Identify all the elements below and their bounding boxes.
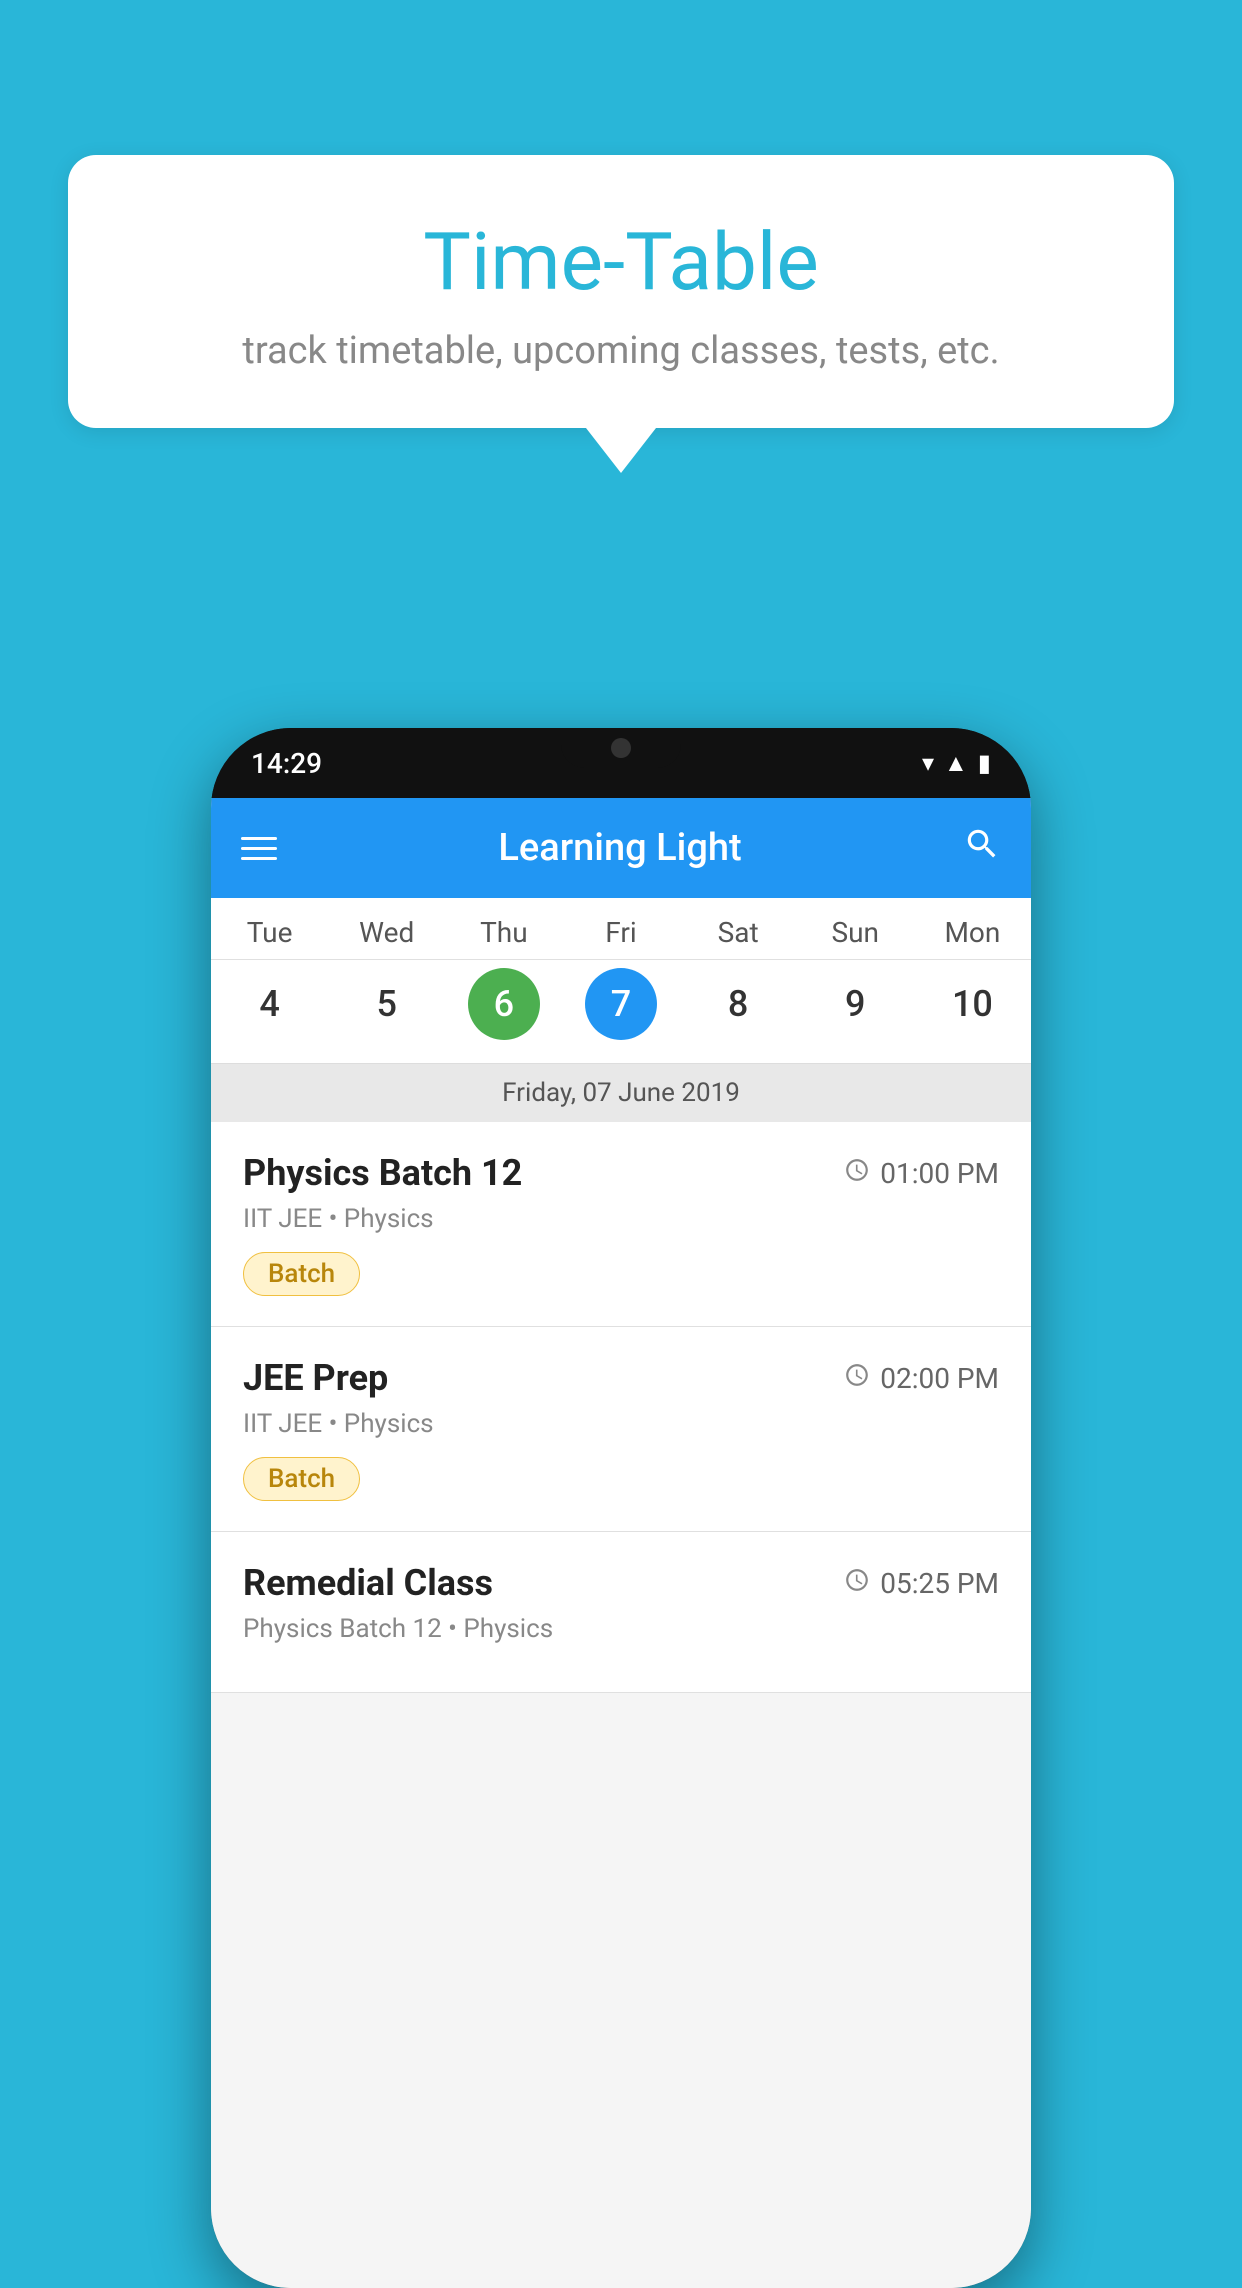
- date-4[interactable]: 4: [211, 960, 328, 1048]
- class-name: JEE Prep: [243, 1357, 388, 1399]
- clock-icon: [844, 1157, 870, 1190]
- phone-notch: [561, 728, 681, 768]
- day-sun: Sun: [797, 898, 914, 959]
- speech-bubble-title: Time-Table: [128, 215, 1114, 309]
- class-time: 02:00 PM: [844, 1362, 999, 1395]
- day-tue: Tue: [211, 898, 328, 959]
- day-thu: Thu: [445, 898, 562, 959]
- speech-bubble-arrow: [586, 428, 656, 473]
- batch-tag: Batch: [243, 1252, 360, 1296]
- calendar-strip: Tue Wed Thu Fri Sat Sun Mon 4 5: [211, 898, 1031, 1122]
- day-fri: Fri: [562, 898, 679, 959]
- days-header: Tue Wed Thu Fri Sat Sun Mon: [211, 898, 1031, 960]
- date-7[interactable]: 7: [562, 960, 679, 1048]
- speech-bubble-container: Time-Table track timetable, upcoming cla…: [68, 155, 1174, 473]
- status-icons: ▾ ▲ ▮: [922, 749, 991, 778]
- speech-bubble: Time-Table track timetable, upcoming cla…: [68, 155, 1174, 428]
- class-list: Physics Batch 12 01:00 PM IIT JEE • Phys…: [211, 1122, 1031, 2288]
- day-wed: Wed: [328, 898, 445, 959]
- battery-icon: ▮: [978, 749, 991, 777]
- signal-icon: ▲: [944, 749, 968, 778]
- menu-button[interactable]: [241, 837, 277, 860]
- class-time: 05:25 PM: [844, 1567, 999, 1600]
- class-time: 01:00 PM: [844, 1157, 999, 1190]
- search-icon[interactable]: [963, 825, 1001, 872]
- speech-bubble-subtitle: track timetable, upcoming classes, tests…: [128, 329, 1114, 373]
- phone-frame: 14:29 ▾ ▲ ▮ Learning Light: [211, 728, 1031, 2288]
- class-name: Physics Batch 12: [243, 1152, 522, 1194]
- dates-row: 4 5 6 7 8 9: [211, 960, 1031, 1063]
- class-meta: IIT JEE • Physics: [243, 1409, 999, 1439]
- camera: [611, 738, 631, 758]
- class-item-physics-batch-12[interactable]: Physics Batch 12 01:00 PM IIT JEE • Phys…: [211, 1122, 1031, 1327]
- day-mon: Mon: [914, 898, 1031, 959]
- class-meta: IIT JEE • Physics: [243, 1204, 999, 1234]
- batch-tag: Batch: [243, 1457, 360, 1501]
- date-9[interactable]: 9: [797, 960, 914, 1048]
- wifi-icon: ▾: [922, 749, 934, 777]
- selected-date-label: Friday, 07 June 2019: [211, 1063, 1031, 1122]
- date-8[interactable]: 8: [680, 960, 797, 1048]
- app-screen: Learning Light Tue Wed Thu Fri Sat Sun: [211, 798, 1031, 2288]
- date-10[interactable]: 10: [914, 960, 1031, 1048]
- clock-icon: [844, 1567, 870, 1600]
- status-time: 14:29: [251, 747, 322, 780]
- class-meta: Physics Batch 12 • Physics: [243, 1614, 999, 1644]
- day-sat: Sat: [680, 898, 797, 959]
- date-5[interactable]: 5: [328, 960, 445, 1048]
- class-name: Remedial Class: [243, 1562, 493, 1604]
- app-title: Learning Light: [498, 826, 741, 870]
- status-bar: 14:29 ▾ ▲ ▮: [211, 728, 1031, 798]
- class-item-remedial[interactable]: Remedial Class 05:25 PM Physics Batch 12…: [211, 1532, 1031, 1693]
- class-item-jee-prep[interactable]: JEE Prep 02:00 PM IIT JEE • Physics Batc…: [211, 1327, 1031, 1532]
- date-6[interactable]: 6: [445, 960, 562, 1048]
- clock-icon: [844, 1362, 870, 1395]
- app-bar: Learning Light: [211, 798, 1031, 898]
